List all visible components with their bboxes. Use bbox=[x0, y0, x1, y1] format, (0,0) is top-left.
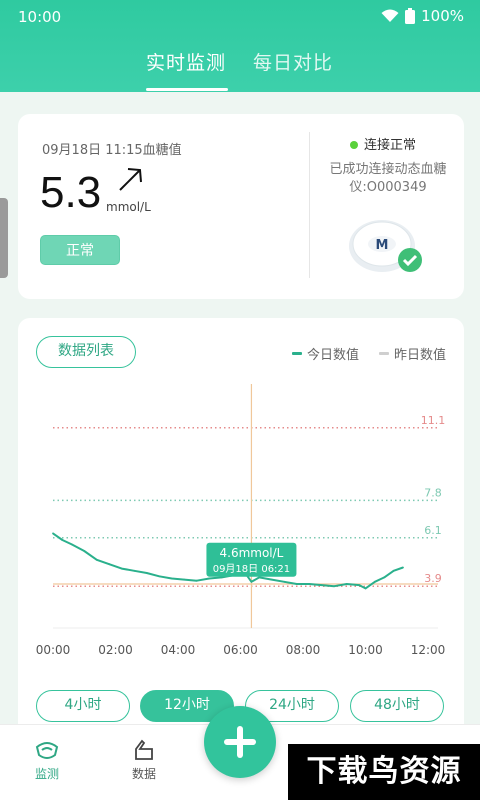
glucose-unit: mmol/L bbox=[106, 200, 151, 214]
watermark-logo: 下载鸟资源 bbox=[288, 744, 480, 800]
status-bar: 10:00 100% bbox=[0, 0, 480, 34]
series-point-0-25 bbox=[345, 583, 348, 585]
series-point-0-9 bbox=[158, 575, 161, 578]
series-point-0-20 bbox=[283, 580, 286, 583]
series-point-0-13 bbox=[208, 577, 211, 580]
tab-realtime-monitor[interactable]: 实时监测 bbox=[146, 48, 226, 75]
tab-daily-compare[interactable]: 每日对比 bbox=[253, 48, 333, 75]
glucose-sensor-image: M bbox=[349, 220, 422, 272]
arrow-up-right-icon bbox=[119, 168, 142, 191]
tooltip-time: 09月18日 06:21 bbox=[213, 563, 290, 575]
reference-label-0: 11.1 bbox=[421, 414, 446, 427]
battery-icon bbox=[405, 8, 416, 24]
chart-legend: 今日数值 昨日数值 bbox=[291, 344, 446, 363]
series-point-0-23 bbox=[320, 584, 323, 586]
nav-data[interactable]: 数据 bbox=[114, 739, 174, 782]
tooltip-value: 4.6mmol/L bbox=[220, 546, 284, 560]
x-tick-label-0: 00:00 bbox=[36, 643, 71, 657]
monitor-icon bbox=[35, 742, 59, 759]
add-record-button[interactable] bbox=[204, 706, 276, 778]
glucose-status-badge: 正常 bbox=[40, 235, 120, 265]
x-tick-label-4: 08:00 bbox=[286, 643, 321, 657]
series-point-0-30 bbox=[392, 569, 395, 572]
legend-today-label: 今日数值 bbox=[306, 348, 359, 363]
series-point-0-7 bbox=[133, 569, 136, 572]
legend-yesterday: 昨日数值 bbox=[378, 344, 446, 363]
x-tick-label-2: 04:00 bbox=[161, 643, 196, 657]
series-point-0-1 bbox=[61, 539, 64, 541]
legend-yesterday-label: 昨日数值 bbox=[393, 348, 446, 363]
series-point-0-31 bbox=[402, 566, 404, 569]
legend-swatch-today bbox=[291, 352, 302, 355]
reference-label-3: 3.9 bbox=[424, 572, 442, 585]
nav-data-label: 数据 bbox=[131, 767, 156, 781]
active-tab-indicator bbox=[146, 88, 228, 91]
series-point-0-10 bbox=[170, 577, 173, 580]
series-point-0-29 bbox=[383, 576, 386, 579]
reference-label-1: 7.8 bbox=[424, 486, 442, 499]
glucose-datetime: 09月18日 11:15血糖值 bbox=[42, 143, 182, 158]
series-point-0-24 bbox=[333, 585, 336, 588]
series-point-0-21 bbox=[295, 583, 298, 585]
device-description: 已成功连接动态血糖仪:O000349 bbox=[329, 162, 447, 195]
legend-today: 今日数值 bbox=[291, 344, 359, 363]
data-list-button[interactable]: 数据列表 bbox=[36, 336, 136, 368]
series-point-0-8 bbox=[145, 572, 148, 574]
side-drawer-handle[interactable] bbox=[0, 198, 8, 278]
series-point-0-12 bbox=[195, 579, 198, 582]
series-point-0-17 bbox=[250, 580, 253, 583]
series-point-0-27 bbox=[364, 587, 367, 590]
legend-swatch-yesterday bbox=[378, 352, 389, 355]
series-point-0-6 bbox=[120, 567, 123, 570]
nav-monitor[interactable]: 监测 bbox=[17, 739, 77, 782]
series-point-0-0 bbox=[52, 532, 54, 535]
series-point-0-2 bbox=[70, 543, 73, 546]
range-48h-button[interactable]: 48小时 bbox=[350, 690, 444, 722]
reference-label-2: 6.1 bbox=[424, 524, 442, 537]
connection-status-dot bbox=[350, 141, 358, 149]
connection-status: 连接正常 bbox=[364, 138, 417, 153]
x-tick-label-6: 12:00 bbox=[411, 643, 446, 657]
glucose-line-chart[interactable]: 11.1 7.8 6.1 3.9 00:00 02:00 04:00 06:00 08:00 10… bbox=[18, 378, 464, 668]
svg-text:M: M bbox=[376, 238, 389, 253]
status-indicators: 100% bbox=[381, 7, 464, 25]
series-point-0-3 bbox=[83, 550, 86, 552]
series-point-0-28 bbox=[373, 580, 376, 583]
wifi-icon bbox=[381, 9, 399, 22]
header-bar: 10:00 100% 实时监测 每日对比 bbox=[0, 0, 480, 92]
data-icon bbox=[135, 739, 153, 760]
plus-icon-vertical bbox=[237, 726, 243, 758]
top-tabs: 实时监测 每日对比 bbox=[0, 48, 480, 92]
series-point-0-19 bbox=[270, 578, 273, 581]
x-tick-label-5: 10:00 bbox=[348, 643, 383, 657]
card-divider bbox=[309, 132, 310, 278]
x-tick-label-3: 06:00 bbox=[223, 643, 258, 657]
glucose-value: 5.3 bbox=[40, 168, 102, 217]
series-point-0-11 bbox=[183, 578, 186, 581]
status-time: 10:00 bbox=[18, 8, 62, 26]
range-4h-button[interactable]: 4小时 bbox=[36, 690, 130, 722]
series-point-0-22 bbox=[308, 583, 311, 585]
glucose-card: 09月18日 11:15血糖值 5.3 mmol/L 正常 连接正常 已成功连接… bbox=[18, 114, 464, 299]
series-point-0-26 bbox=[358, 584, 361, 586]
battery-percent: 100% bbox=[421, 7, 464, 25]
nav-monitor-label: 监测 bbox=[34, 767, 59, 781]
series-point-0-5 bbox=[108, 563, 111, 566]
series-point-0-4 bbox=[95, 558, 98, 561]
x-tick-label-1: 02:00 bbox=[98, 643, 133, 657]
